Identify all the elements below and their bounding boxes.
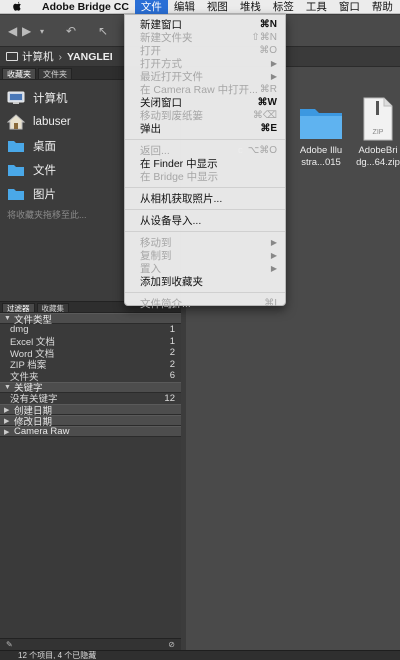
- disclosure-right-icon: ▶: [4, 406, 10, 414]
- path-root[interactable]: 计算机: [22, 49, 54, 64]
- menu-help[interactable]: 帮助: [366, 0, 399, 14]
- menu-label[interactable]: 标签: [267, 0, 300, 14]
- menu-item-shortcut: ⌘W: [257, 97, 277, 108]
- menu-item-shortcut: ⌘E: [260, 123, 277, 134]
- favorite-item-label: 文件: [33, 165, 56, 177]
- file-menu-item[interactable]: 弹出 ⌘E: [125, 122, 285, 135]
- filter-row-count: 1: [169, 324, 175, 336]
- favorite-item-label: 计算机: [33, 93, 68, 105]
- file-menu-item: 文件简介... ⌘I: [125, 297, 285, 310]
- computer-icon: [7, 91, 25, 105]
- tab-folders[interactable]: 文件夹: [38, 68, 72, 79]
- disclosure-right-icon: ▶: [4, 428, 10, 436]
- menu-view[interactable]: 视图: [201, 0, 234, 14]
- computer-icon: [6, 52, 18, 61]
- submenu-arrow-icon: ▶: [270, 59, 277, 68]
- filter-section-title: Camera Raw: [14, 426, 70, 437]
- tab-filter[interactable]: 过滤器: [2, 303, 35, 313]
- zip-badge-text: ZIP: [373, 129, 384, 136]
- menu-separator: [125, 292, 285, 293]
- file-menu-dropdown: 新建窗口 ⌘N 新建文件夹 ⇧⌘N 打开 ⌘O 打开方式 ▶ 最近打开文件 ▶ 在 Camera R…: [124, 14, 286, 310]
- submenu-arrow-icon: ▶: [270, 264, 277, 273]
- filter-row-count: 12: [164, 392, 175, 404]
- file-menu-item[interactable]: 从相机获取照片...: [125, 192, 285, 205]
- zip-file-icon: ZIP: [343, 85, 400, 141]
- file-menu-item[interactable]: 从设备导入...: [125, 214, 285, 227]
- filter-row-count: 2: [169, 347, 175, 359]
- history-dropdown-icon[interactable]: ▾: [40, 27, 44, 36]
- filter-bottom-bar: ✎ ⊘: [0, 638, 181, 650]
- disclosure-right-icon: ▶: [4, 417, 10, 425]
- thumbnail-label: AdobeBri: [358, 145, 398, 156]
- menu-item-shortcut: ⌥⌘O: [247, 145, 277, 156]
- menu-tools[interactable]: 工具: [300, 0, 333, 14]
- filter-panel: 过滤器 收藏集 ▾≡ ▼ 文件类型 dmg 1 Excel 文档 1 Word 文档 2 ZIP…: [0, 301, 181, 650]
- menu-item-label: 在 Bridge 中显示: [140, 171, 219, 183]
- forward-arrow-icon[interactable]: ▶: [22, 24, 31, 38]
- status-text: 12 个项目, 4 个已隐藏: [18, 651, 97, 660]
- menu-separator: [125, 187, 285, 188]
- menu-item-shortcut: ⌘N: [259, 19, 277, 30]
- menu-item-shortcut: ⌘I: [264, 298, 277, 309]
- tab-favorites[interactable]: 收藏夹: [2, 68, 36, 79]
- menu-bar: Adobe Bridge CC 文件 编辑 视图 堆栈 标签 工具 窗口 帮助: [0, 0, 400, 14]
- reveal-icon[interactable]: ↖: [98, 24, 108, 38]
- path-current[interactable]: YANGLEI: [67, 51, 113, 63]
- menu-item-label: 从设备导入...: [140, 215, 202, 227]
- menu-item-label: 从相机获取照片...: [140, 193, 223, 205]
- menu-separator: [125, 139, 285, 140]
- thumbnail-item[interactable]: ZIP AdobeBri dg...64.zip: [343, 85, 400, 169]
- filter-section-header[interactable]: ▶ Camera Raw: [0, 426, 181, 437]
- submenu-arrow-icon: ▶: [270, 72, 277, 81]
- disclosure-down-icon: ▼: [4, 383, 11, 391]
- file-menu-item[interactable]: 添加到收藏夹: [125, 275, 285, 288]
- menu-item-shortcut: ⌘R: [259, 84, 277, 95]
- folder-icon: [7, 187, 25, 201]
- menu-window[interactable]: 窗口: [333, 0, 366, 14]
- clear-filter-icon[interactable]: ⊘: [168, 640, 175, 649]
- menu-separator: [125, 209, 285, 210]
- filter-row-count: 6: [169, 370, 175, 382]
- filter-row-count: 1: [169, 335, 175, 347]
- file-menu-item: 在 Bridge 中显示: [125, 170, 285, 183]
- menu-app-name[interactable]: Adobe Bridge CC: [36, 0, 135, 14]
- menu-item-label: 弹出: [140, 123, 161, 135]
- favorite-item-label: 图片: [33, 189, 56, 201]
- path-separator: ›: [58, 50, 63, 63]
- menu-item-shortcut: ⇧⌘N: [251, 32, 277, 43]
- filter-row-count: 2: [169, 358, 175, 370]
- back-arrow-icon[interactable]: ◀: [8, 24, 17, 38]
- favorite-item-label: labuser: [33, 116, 71, 128]
- tab-collections[interactable]: 收藏集: [36, 303, 69, 313]
- menu-separator: [125, 231, 285, 232]
- filter-section-header[interactable]: ▶ 修改日期: [0, 415, 181, 428]
- status-bar: 12 个项目, 4 个已隐藏: [0, 650, 400, 660]
- menu-item-shortcut: ⌘O: [259, 45, 277, 56]
- pin-icon[interactable]: ✎: [6, 640, 13, 649]
- filter-section-header[interactable]: ▼ 文件类型: [0, 313, 181, 326]
- submenu-arrow-icon: ▶: [270, 238, 277, 247]
- submenu-arrow-icon: ▶: [270, 251, 277, 260]
- menu-item-label: 添加到收藏夹: [140, 276, 203, 288]
- folder-icon: [7, 139, 25, 153]
- thumbnail-label-line2: dg...64.zip: [356, 157, 400, 168]
- menu-file[interactable]: 文件: [134, 0, 168, 14]
- menu-item-shortcut: ⌘⌫: [252, 110, 277, 121]
- apple-icon[interactable]: [10, 1, 24, 12]
- menu-edit[interactable]: 编辑: [168, 0, 201, 14]
- menu-item-label: 文件简介...: [140, 298, 191, 310]
- disclosure-down-icon: ▼: [4, 315, 11, 322]
- folder-icon: [7, 163, 25, 177]
- menu-stack[interactable]: 堆栈: [234, 0, 267, 14]
- boomerang-icon[interactable]: ↶: [66, 24, 76, 38]
- favorite-item-label: 桌面: [33, 141, 56, 153]
- home-icon: [7, 114, 25, 130]
